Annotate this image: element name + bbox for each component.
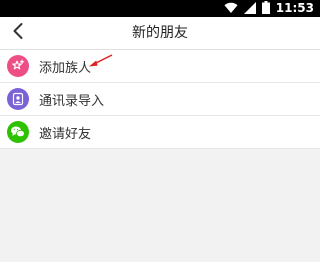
list-item-label: 通讯录导入 bbox=[39, 93, 105, 109]
page-title: 新的朋友 bbox=[132, 25, 188, 41]
nav-bar: 新的朋友 bbox=[0, 17, 320, 50]
new-friends-list: 添加族人 通讯录导入 邀请好友 bbox=[0, 50, 320, 149]
wifi-icon bbox=[224, 0, 238, 18]
cellular-signal-icon bbox=[243, 0, 256, 18]
contacts-icon bbox=[7, 88, 29, 110]
wechat-icon bbox=[7, 121, 29, 143]
status-icons: 11:53 bbox=[224, 0, 314, 17]
status-bar: 11:53 bbox=[0, 0, 320, 17]
list-item-import-contacts[interactable]: 通讯录导入 bbox=[0, 83, 320, 116]
battery-icon bbox=[261, 0, 270, 18]
list-item-label: 添加族人 bbox=[39, 60, 92, 76]
add-person-star-icon bbox=[7, 55, 29, 77]
list-item-add-member[interactable]: 添加族人 bbox=[0, 50, 320, 83]
list-item-invite-friends[interactable]: 邀请好友 bbox=[0, 116, 320, 149]
status-time: 11:53 bbox=[275, 1, 314, 15]
list-item-label: 邀请好友 bbox=[39, 126, 92, 142]
